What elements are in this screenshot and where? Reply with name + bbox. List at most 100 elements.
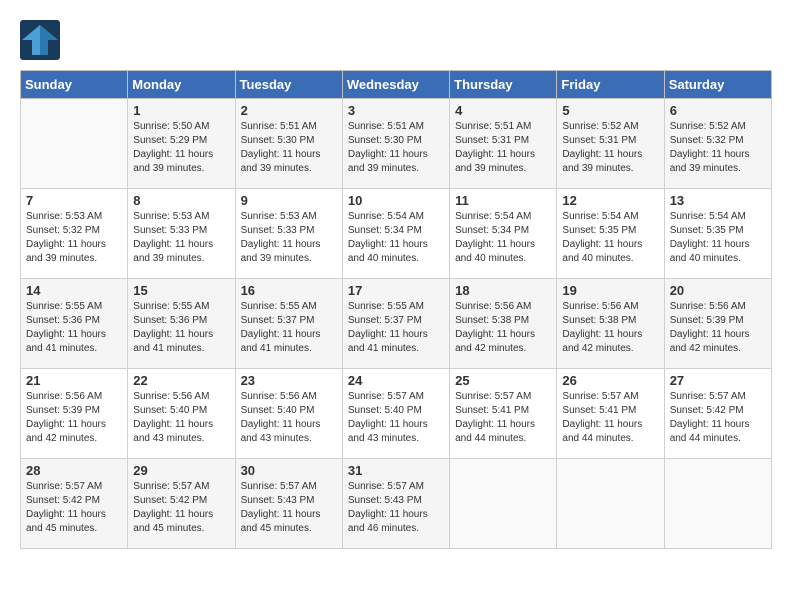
calendar-cell: 19 Sunrise: 5:56 AM Sunset: 5:38 PM Dayl… [557,279,664,369]
day-info: Sunrise: 5:51 AM Sunset: 5:30 PM Dayligh… [348,120,444,176]
logo-icon [20,20,60,60]
day-info: Sunrise: 5:57 AM Sunset: 5:41 PM Dayligh… [562,390,658,446]
calendar-table: SundayMondayTuesdayWednesdayThursdayFrid… [20,70,772,549]
calendar-cell: 10 Sunrise: 5:54 AM Sunset: 5:34 PM Dayl… [342,189,449,279]
calendar-cell: 4 Sunrise: 5:51 AM Sunset: 5:31 PM Dayli… [450,99,557,189]
header-friday: Friday [557,71,664,99]
day-info: Sunrise: 5:55 AM Sunset: 5:36 PM Dayligh… [133,300,229,356]
day-info: Sunrise: 5:57 AM Sunset: 5:43 PM Dayligh… [241,480,337,536]
day-number: 19 [562,283,658,298]
calendar-cell: 18 Sunrise: 5:56 AM Sunset: 5:38 PM Dayl… [450,279,557,369]
header-tuesday: Tuesday [235,71,342,99]
calendar-cell: 11 Sunrise: 5:54 AM Sunset: 5:34 PM Dayl… [450,189,557,279]
day-info: Sunrise: 5:52 AM Sunset: 5:31 PM Dayligh… [562,120,658,176]
day-number: 23 [241,373,337,388]
calendar-header-row: SundayMondayTuesdayWednesdayThursdayFrid… [21,71,772,99]
day-number: 15 [133,283,229,298]
header-wednesday: Wednesday [342,71,449,99]
day-info: Sunrise: 5:54 AM Sunset: 5:34 PM Dayligh… [455,210,551,266]
calendar-cell [557,459,664,549]
calendar-cell: 22 Sunrise: 5:56 AM Sunset: 5:40 PM Dayl… [128,369,235,459]
calendar-cell: 24 Sunrise: 5:57 AM Sunset: 5:40 PM Dayl… [342,369,449,459]
calendar-cell: 3 Sunrise: 5:51 AM Sunset: 5:30 PM Dayli… [342,99,449,189]
day-number: 11 [455,193,551,208]
day-info: Sunrise: 5:54 AM Sunset: 5:35 PM Dayligh… [562,210,658,266]
day-number: 8 [133,193,229,208]
day-info: Sunrise: 5:57 AM Sunset: 5:42 PM Dayligh… [670,390,766,446]
calendar-cell [21,99,128,189]
day-number: 17 [348,283,444,298]
day-number: 2 [241,103,337,118]
calendar-week-row: 1 Sunrise: 5:50 AM Sunset: 5:29 PM Dayli… [21,99,772,189]
day-number: 26 [562,373,658,388]
day-info: Sunrise: 5:53 AM Sunset: 5:33 PM Dayligh… [133,210,229,266]
day-number: 31 [348,463,444,478]
day-number: 27 [670,373,766,388]
day-number: 12 [562,193,658,208]
day-number: 24 [348,373,444,388]
calendar-cell: 6 Sunrise: 5:52 AM Sunset: 5:32 PM Dayli… [664,99,771,189]
calendar-cell: 30 Sunrise: 5:57 AM Sunset: 5:43 PM Dayl… [235,459,342,549]
calendar-week-row: 7 Sunrise: 5:53 AM Sunset: 5:32 PM Dayli… [21,189,772,279]
calendar-cell: 1 Sunrise: 5:50 AM Sunset: 5:29 PM Dayli… [128,99,235,189]
day-number: 28 [26,463,122,478]
day-info: Sunrise: 5:54 AM Sunset: 5:35 PM Dayligh… [670,210,766,266]
day-number: 1 [133,103,229,118]
day-info: Sunrise: 5:52 AM Sunset: 5:32 PM Dayligh… [670,120,766,176]
day-number: 29 [133,463,229,478]
calendar-cell: 12 Sunrise: 5:54 AM Sunset: 5:35 PM Dayl… [557,189,664,279]
calendar-cell: 17 Sunrise: 5:55 AM Sunset: 5:37 PM Dayl… [342,279,449,369]
day-info: Sunrise: 5:56 AM Sunset: 5:38 PM Dayligh… [455,300,551,356]
day-info: Sunrise: 5:56 AM Sunset: 5:40 PM Dayligh… [241,390,337,446]
calendar-cell: 7 Sunrise: 5:53 AM Sunset: 5:32 PM Dayli… [21,189,128,279]
day-number: 16 [241,283,337,298]
calendar-cell: 23 Sunrise: 5:56 AM Sunset: 5:40 PM Dayl… [235,369,342,459]
logo [20,20,65,60]
calendar-week-row: 14 Sunrise: 5:55 AM Sunset: 5:36 PM Dayl… [21,279,772,369]
header-saturday: Saturday [664,71,771,99]
calendar-cell: 21 Sunrise: 5:56 AM Sunset: 5:39 PM Dayl… [21,369,128,459]
day-number: 14 [26,283,122,298]
calendar-cell: 20 Sunrise: 5:56 AM Sunset: 5:39 PM Dayl… [664,279,771,369]
day-info: Sunrise: 5:56 AM Sunset: 5:39 PM Dayligh… [26,390,122,446]
day-info: Sunrise: 5:54 AM Sunset: 5:34 PM Dayligh… [348,210,444,266]
day-number: 7 [26,193,122,208]
calendar-cell: 31 Sunrise: 5:57 AM Sunset: 5:43 PM Dayl… [342,459,449,549]
day-info: Sunrise: 5:51 AM Sunset: 5:31 PM Dayligh… [455,120,551,176]
calendar-cell [450,459,557,549]
header-thursday: Thursday [450,71,557,99]
day-info: Sunrise: 5:56 AM Sunset: 5:39 PM Dayligh… [670,300,766,356]
day-info: Sunrise: 5:55 AM Sunset: 5:36 PM Dayligh… [26,300,122,356]
calendar-cell: 5 Sunrise: 5:52 AM Sunset: 5:31 PM Dayli… [557,99,664,189]
calendar-cell: 16 Sunrise: 5:55 AM Sunset: 5:37 PM Dayl… [235,279,342,369]
day-info: Sunrise: 5:57 AM Sunset: 5:43 PM Dayligh… [348,480,444,536]
day-number: 25 [455,373,551,388]
calendar-week-row: 21 Sunrise: 5:56 AM Sunset: 5:39 PM Dayl… [21,369,772,459]
calendar-cell: 13 Sunrise: 5:54 AM Sunset: 5:35 PM Dayl… [664,189,771,279]
calendar-cell: 8 Sunrise: 5:53 AM Sunset: 5:33 PM Dayli… [128,189,235,279]
day-number: 10 [348,193,444,208]
day-info: Sunrise: 5:51 AM Sunset: 5:30 PM Dayligh… [241,120,337,176]
day-info: Sunrise: 5:57 AM Sunset: 5:42 PM Dayligh… [133,480,229,536]
calendar-cell [664,459,771,549]
day-info: Sunrise: 5:56 AM Sunset: 5:38 PM Dayligh… [562,300,658,356]
day-number: 20 [670,283,766,298]
page-header [20,20,772,60]
day-number: 30 [241,463,337,478]
calendar-cell: 2 Sunrise: 5:51 AM Sunset: 5:30 PM Dayli… [235,99,342,189]
day-number: 21 [26,373,122,388]
day-info: Sunrise: 5:53 AM Sunset: 5:32 PM Dayligh… [26,210,122,266]
day-number: 18 [455,283,551,298]
day-info: Sunrise: 5:57 AM Sunset: 5:41 PM Dayligh… [455,390,551,446]
calendar-cell: 28 Sunrise: 5:57 AM Sunset: 5:42 PM Dayl… [21,459,128,549]
day-info: Sunrise: 5:55 AM Sunset: 5:37 PM Dayligh… [348,300,444,356]
calendar-cell: 9 Sunrise: 5:53 AM Sunset: 5:33 PM Dayli… [235,189,342,279]
calendar-week-row: 28 Sunrise: 5:57 AM Sunset: 5:42 PM Dayl… [21,459,772,549]
day-info: Sunrise: 5:57 AM Sunset: 5:42 PM Dayligh… [26,480,122,536]
day-info: Sunrise: 5:55 AM Sunset: 5:37 PM Dayligh… [241,300,337,356]
header-monday: Monday [128,71,235,99]
day-info: Sunrise: 5:56 AM Sunset: 5:40 PM Dayligh… [133,390,229,446]
calendar-cell: 26 Sunrise: 5:57 AM Sunset: 5:41 PM Dayl… [557,369,664,459]
day-info: Sunrise: 5:50 AM Sunset: 5:29 PM Dayligh… [133,120,229,176]
day-number: 6 [670,103,766,118]
